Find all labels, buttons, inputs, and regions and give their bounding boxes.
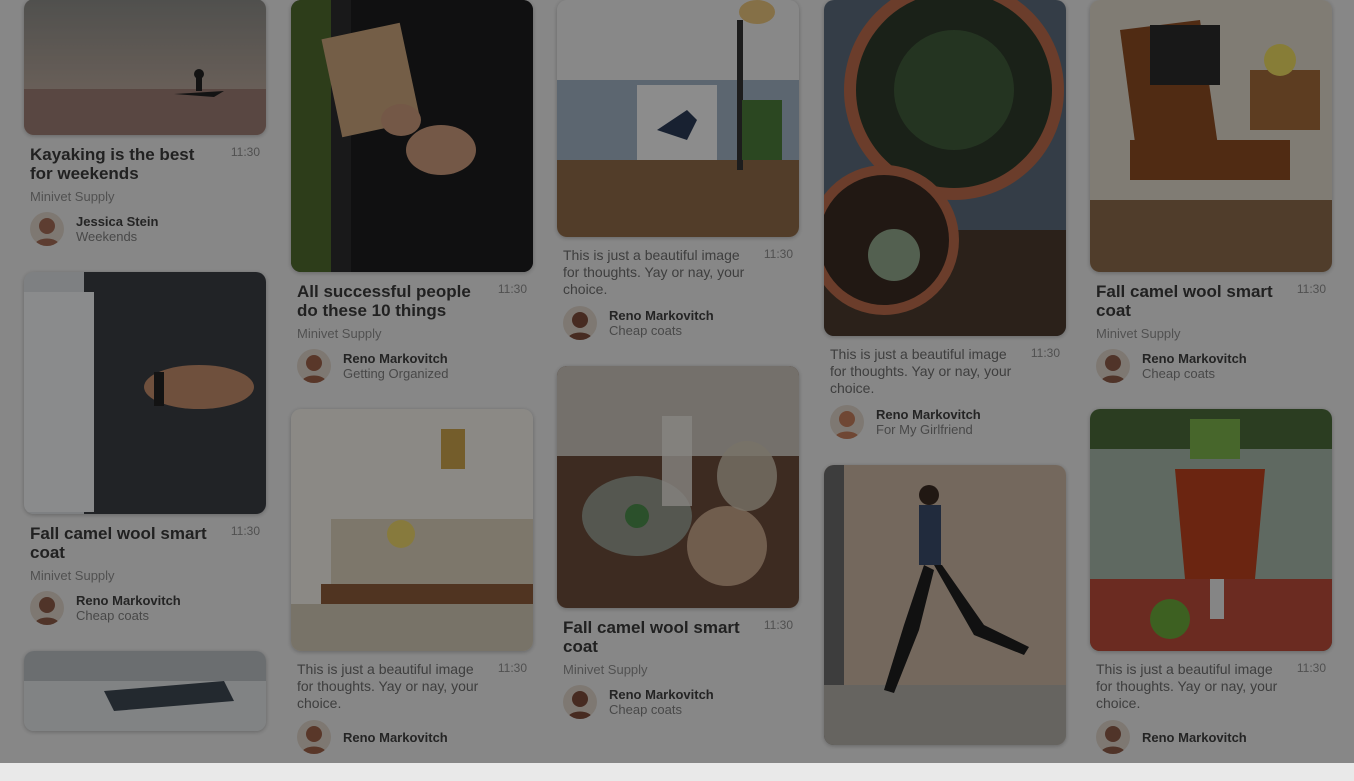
modal-backdrop-overlay[interactable] [0, 0, 1354, 763]
